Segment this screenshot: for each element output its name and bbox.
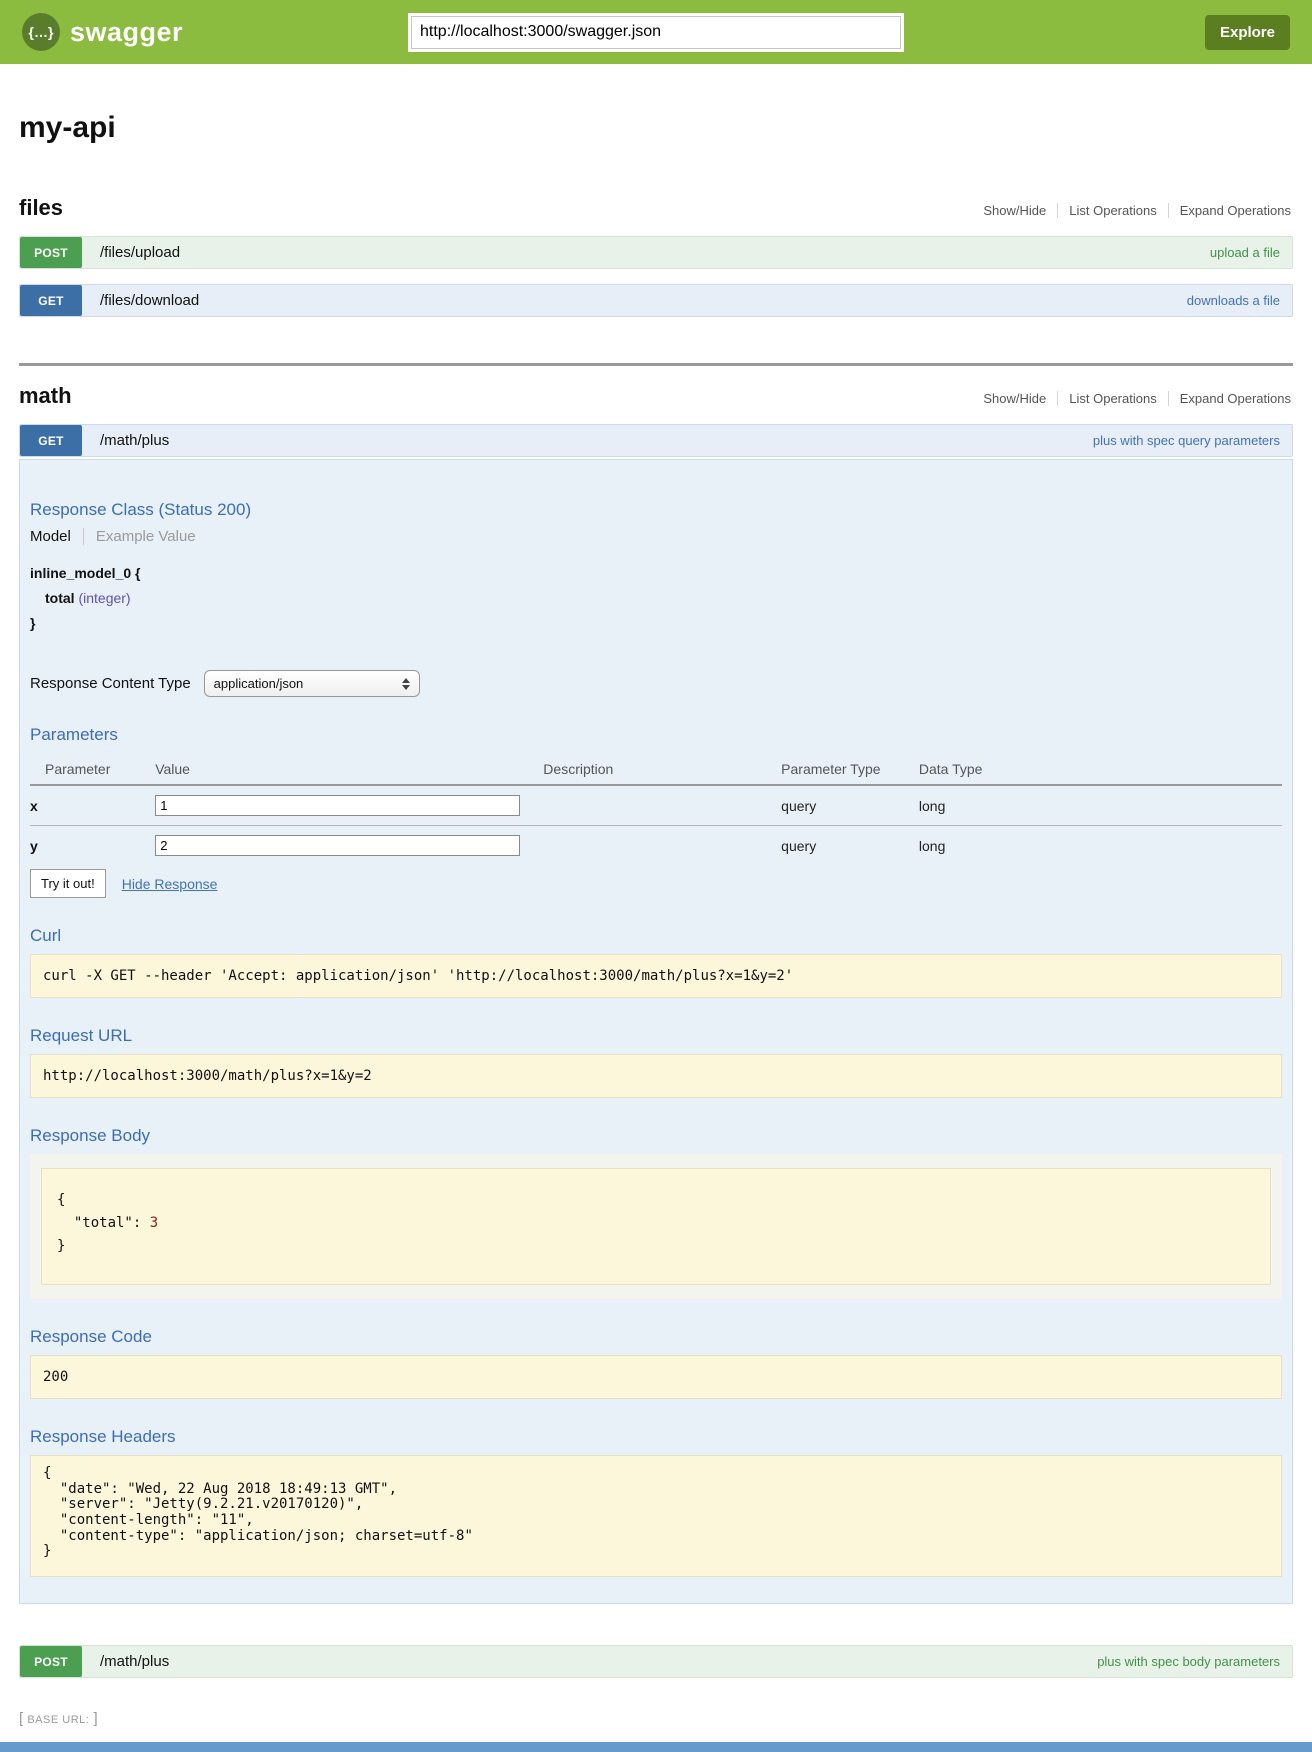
operation-summary-link[interactable]: plus with spec query parameters xyxy=(1093,433,1280,448)
column-parameter: Parameter xyxy=(30,753,155,785)
model-tabs: Model Example Value xyxy=(30,528,1282,545)
parameter-row-x: x query long xyxy=(30,785,1282,826)
response-headers-json: { "date": "Wed, 22 Aug 2018 18:49:13 GMT… xyxy=(30,1455,1282,1577)
parameter-type: query xyxy=(781,785,919,826)
select-updown-arrows-icon xyxy=(402,678,410,690)
operation-get-files-download[interactable]: GET /files/download downloads a file xyxy=(19,284,1293,317)
parameters-header-row: Parameter Value Description Parameter Ty… xyxy=(30,753,1282,785)
section-title-files: files xyxy=(19,195,63,221)
model-open: inline_model_0 { xyxy=(30,561,1282,586)
swagger-logo-text: swagger xyxy=(70,17,183,48)
tab-model[interactable]: Model xyxy=(30,528,83,545)
spec-url-input[interactable] xyxy=(411,16,901,49)
parameters-table: Parameter Value Description Parameter Ty… xyxy=(30,753,1282,865)
expand-operations-link-files[interactable]: Expand Operations xyxy=(1168,203,1293,218)
show-hide-link-files[interactable]: Show/Hide xyxy=(972,203,1057,218)
section-divider xyxy=(19,363,1293,366)
method-badge-post: POST xyxy=(20,1646,82,1677)
operation-path: /files/download xyxy=(100,292,199,309)
model-signature: inline_model_0 { total (integer) } xyxy=(30,561,1282,636)
operation-content: Response Class (Status 200) Model Exampl… xyxy=(19,459,1293,1604)
response-content-type-label: Response Content Type xyxy=(30,675,191,692)
bottom-blue-bar xyxy=(0,1742,1312,1752)
section-title-math: math xyxy=(19,383,72,409)
response-headers-heading: Response Headers xyxy=(30,1427,1282,1447)
operation-path: /files/upload xyxy=(100,244,180,261)
swagger-braces-icon: {…} xyxy=(22,13,60,51)
header-bar: {…} swagger Explore xyxy=(0,0,1312,64)
swagger-logo[interactable]: {…} swagger xyxy=(22,13,282,51)
method-badge-get: GET xyxy=(20,285,82,316)
request-url-value: http://localhost:3000/math/plus?x=1&y=2 xyxy=(30,1054,1282,1098)
page-title: my-api xyxy=(19,111,1293,145)
curl-command: curl -X GET --header 'Accept: applicatio… xyxy=(30,954,1282,998)
model-close: } xyxy=(30,611,1282,636)
model-prop-type: (integer) xyxy=(78,590,130,606)
selected-content-type: application/json xyxy=(214,676,304,691)
list-operations-link-files[interactable]: List Operations xyxy=(1057,203,1167,218)
operation-summary-link[interactable]: plus with spec body parameters xyxy=(1097,1654,1280,1669)
column-value: Value xyxy=(155,753,543,785)
operation-summary-link[interactable]: downloads a file xyxy=(1187,293,1280,308)
request-url-heading: Request URL xyxy=(30,1026,1282,1046)
column-data-type: Data Type xyxy=(919,753,1282,785)
operation-post-math-plus[interactable]: POST /math/plus plus with spec body para… xyxy=(19,1645,1293,1678)
parameter-y-input[interactable] xyxy=(155,835,520,856)
response-code-heading: Response Code xyxy=(30,1327,1282,1347)
list-operations-link-math[interactable]: List Operations xyxy=(1057,391,1167,406)
hide-response-link[interactable]: Hide Response xyxy=(122,876,218,892)
section-math: math Show/Hide List Operations Expand Op… xyxy=(19,383,1293,1678)
method-badge-post: POST xyxy=(20,237,82,268)
parameter-type: query xyxy=(781,826,919,866)
try-it-out-button[interactable]: Try it out! xyxy=(30,869,106,898)
column-description: Description xyxy=(543,753,781,785)
show-hide-link-math[interactable]: Show/Hide xyxy=(972,391,1057,406)
expand-operations-link-math[interactable]: Expand Operations xyxy=(1168,391,1293,406)
explore-button[interactable]: Explore xyxy=(1205,15,1290,50)
operation-path: /math/plus xyxy=(100,1653,169,1670)
response-body-panel: { "total": 3 } xyxy=(30,1154,1282,1299)
operation-post-files-upload[interactable]: POST /files/upload upload a file xyxy=(19,236,1293,269)
model-prop-name: total xyxy=(45,590,75,606)
parameter-x-input[interactable] xyxy=(155,795,520,816)
curl-heading: Curl xyxy=(30,926,1282,946)
parameter-data-type: long xyxy=(919,826,1282,866)
parameter-description xyxy=(543,826,781,866)
operation-summary-link[interactable]: upload a file xyxy=(1210,245,1280,260)
parameter-row-y: y query long xyxy=(30,826,1282,866)
parameter-description xyxy=(543,785,781,826)
response-code-value: 200 xyxy=(30,1355,1282,1399)
response-body-heading: Response Body xyxy=(30,1126,1282,1146)
parameter-name: y xyxy=(30,826,155,866)
column-parameter-type: Parameter Type xyxy=(781,753,919,785)
operation-get-math-plus: GET /math/plus plus with spec query para… xyxy=(19,424,1293,1604)
response-class-heading: Response Class (Status 200) xyxy=(30,500,1282,520)
parameter-data-type: long xyxy=(919,785,1282,826)
operation-header-get-math-plus[interactable]: GET /math/plus plus with spec query para… xyxy=(19,424,1293,457)
base-url-label: BASE URL: xyxy=(27,1714,89,1726)
parameters-heading: Parameters xyxy=(30,725,1282,745)
response-body-number: 3 xyxy=(150,1215,158,1231)
section-files: files Show/Hide List Operations Expand O… xyxy=(19,195,1293,317)
operation-path: /math/plus xyxy=(100,432,169,449)
response-content-type-select[interactable]: application/json xyxy=(204,670,420,697)
tab-example-value[interactable]: Example Value xyxy=(83,528,196,545)
method-badge-get: GET xyxy=(20,425,82,456)
response-body-json: { "total": 3 } xyxy=(41,1168,1271,1285)
parameter-name: x xyxy=(30,785,155,826)
base-url-footer: [ BASE URL: ] xyxy=(19,1710,1293,1727)
